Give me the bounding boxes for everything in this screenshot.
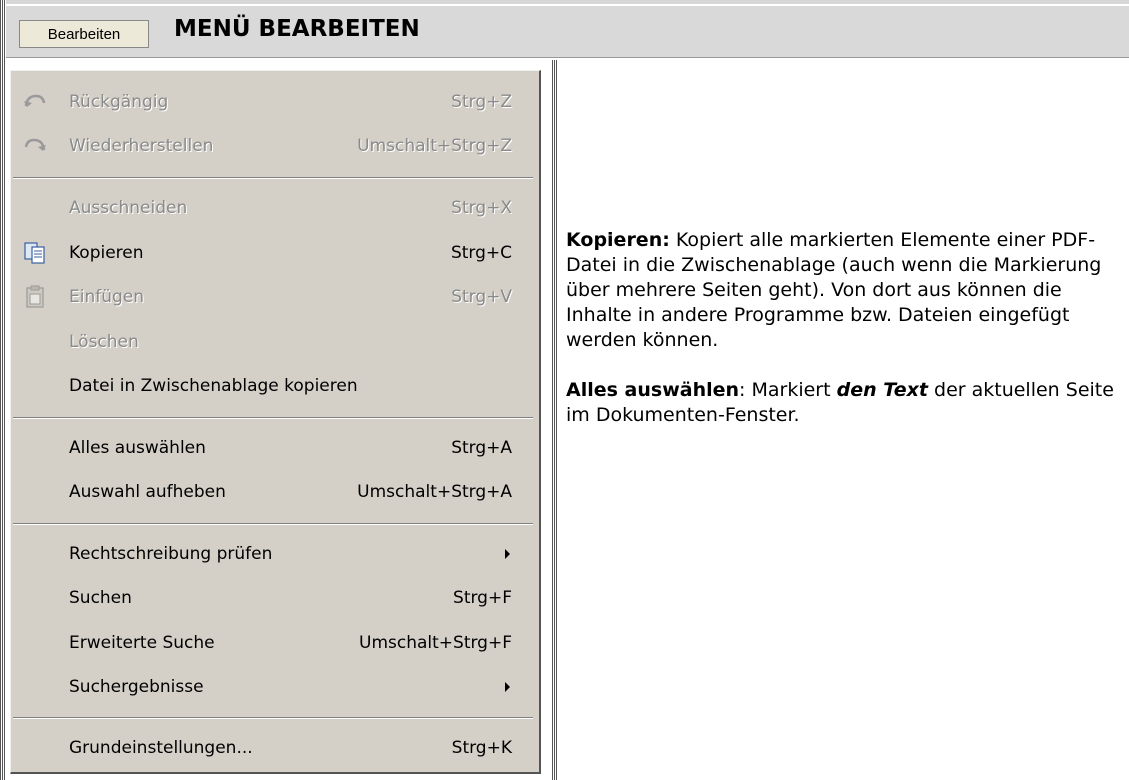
header-bar: Bearbeiten MENÜ BEARBEITEN [6,6,1129,58]
menu-item-delete[interactable]: Löschen [11,323,538,361]
edit-menu: Rückgängig Strg+Z Wiederherstellen Umsch… [10,70,541,774]
menu-item-shortcut: Strg+Z [451,92,512,112]
kopieren-description: Kopieren: Kopiert alle markierten Elemen… [566,228,1126,353]
alles-emphasis: den Text [836,379,928,401]
menu-item-label: Löschen [69,332,139,352]
menu-item-shortcut: Umschalt+Strg+F [359,633,512,653]
menu-item-label: Erweiterte Suche [69,633,215,653]
menu-item-shortcut: Umschalt+Strg+Z [357,136,512,156]
menu-item-select-all[interactable]: Alles auswählen Strg+A [11,429,538,467]
menu-item-label: Suchergebnisse [69,677,204,697]
menu-item-shortcut: Strg+K [451,738,512,758]
menu-item-label: Ausschneiden [69,198,188,218]
bearbeiten-menu-button[interactable]: Bearbeiten [19,20,149,48]
menu-item-shortcut: Strg+A [451,438,512,458]
kopieren-term: Kopieren: [566,229,670,251]
redo-icon [23,134,47,158]
frame-left-border [0,0,6,780]
menu-item-shortcut: Strg+F [453,588,512,608]
menu-item-label: Einfügen [69,287,145,307]
menu-item-label: Suchen [69,588,132,608]
undo-icon [23,90,47,114]
menu-item-label: Datei in Zwischenablage kopieren [69,376,358,396]
menu-item-spellcheck[interactable]: Rechtschreibung prüfen [11,535,538,573]
alles-text-part-1: : Markiert [739,379,837,401]
menu-item-label: Auswahl aufheben [69,482,226,502]
copy-icon [23,241,47,265]
menu-item-label: Rechtschreibung prüfen [69,544,273,564]
menu-item-label: Grundeinstellungen... [69,738,253,758]
menu-item-shortcut: Strg+C [450,243,512,263]
menu-item-paste[interactable]: Einfügen Strg+V [11,278,538,316]
submenu-arrow-icon [505,682,510,692]
menu-item-advanced-search[interactable]: Erweiterte Suche Umschalt+Strg+F [11,624,538,662]
menu-item-undo[interactable]: Rückgängig Strg+Z [11,83,538,121]
menu-item-search-results[interactable]: Suchergebnisse [11,668,538,706]
menu-item-copy-file-to-clipboard[interactable]: Datei in Zwischenablage kopieren [11,367,538,405]
menu-separator [13,177,533,179]
menu-item-label: Rückgängig [69,92,169,112]
submenu-arrow-icon [505,549,510,559]
menu-separator [13,523,533,525]
description-panel: Kopieren: Kopiert alle markierten Elemen… [566,228,1126,453]
page-title: MENÜ BEARBEITEN [174,16,420,42]
menu-item-label: Wiederherstellen [69,136,214,156]
menu-item-search[interactable]: Suchen Strg+F [11,579,538,617]
alles-auswaehlen-description: Alles auswählen: Markiert den Text der a… [566,378,1126,428]
alles-auswaehlen-term: Alles auswählen [566,379,740,401]
menu-item-shortcut: Umschalt+Strg+A [357,482,512,502]
frame-top-border [0,0,1129,4]
menu-separator [13,717,533,719]
menu-item-preferences[interactable]: Grundeinstellungen... Strg+K [11,729,538,767]
paste-icon [23,285,47,309]
menu-item-label: Alles auswählen [69,438,206,458]
menu-separator [13,417,533,419]
menu-item-deselect[interactable]: Auswahl aufheben Umschalt+Strg+A [11,473,538,511]
menu-item-label: Kopieren [69,243,144,263]
menu-item-shortcut: Strg+V [451,287,512,307]
menu-item-cut[interactable]: Ausschneiden Strg+X [11,189,538,227]
menu-item-copy[interactable]: Kopieren Strg+C [11,234,538,272]
menu-item-redo[interactable]: Wiederherstellen Umschalt+Strg+Z [11,127,538,165]
menu-item-shortcut: Strg+X [451,198,512,218]
frame-column-divider [552,60,558,780]
